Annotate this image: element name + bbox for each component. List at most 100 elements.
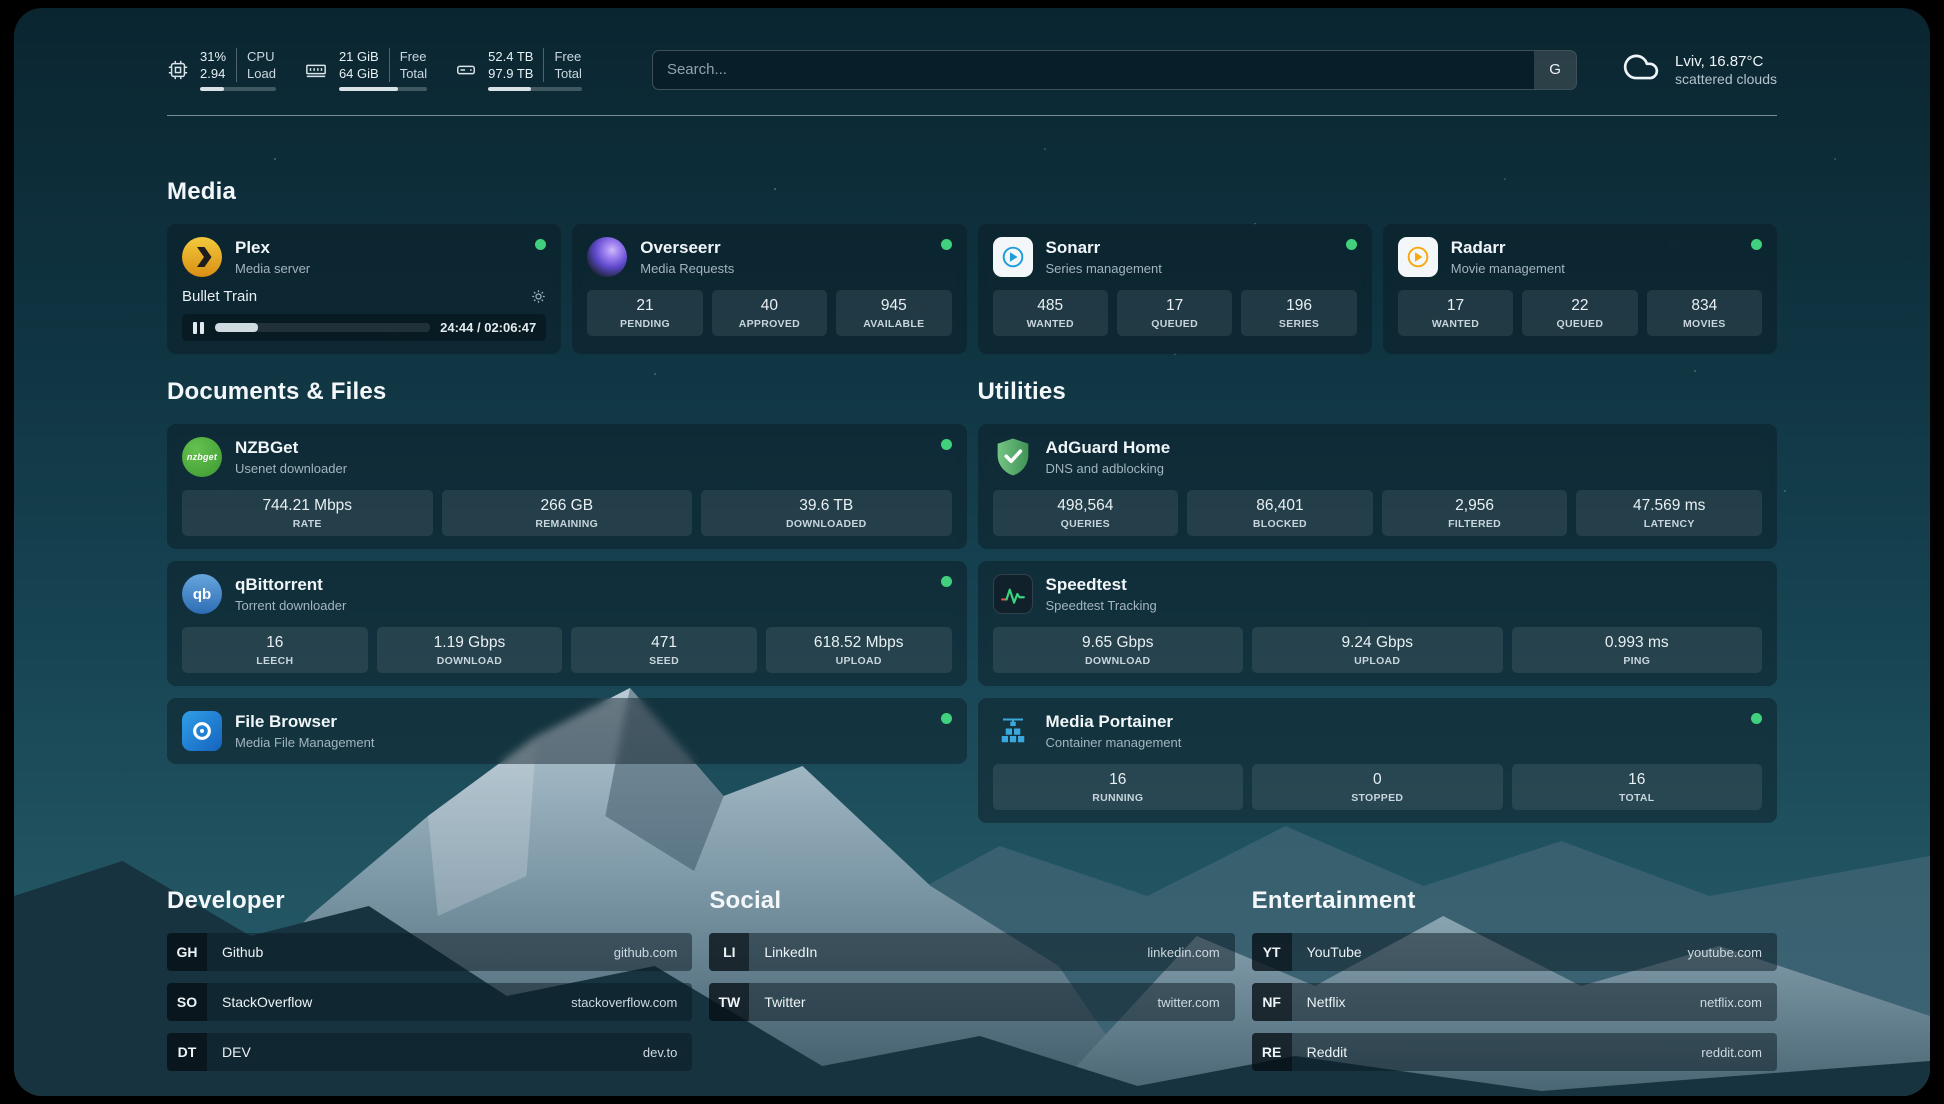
stat-box: 266 GB REMAINING: [442, 490, 693, 536]
bookmark-stackoverflow[interactable]: SO StackOverflow stackoverflow.com: [167, 983, 692, 1021]
stat-box: 86,401 BLOCKED: [1187, 490, 1373, 536]
service-card-overseerr[interactable]: Overseerr Media Requests 21 PENDING 40 A…: [572, 224, 966, 354]
utilities-column: Utilities: [978, 378, 1778, 835]
service-card-plex[interactable]: Plex Media server Bullet Train: [167, 224, 561, 354]
bookmark-url: reddit.com: [1701, 1045, 1762, 1060]
media-cards-row: Plex Media server Bullet Train: [167, 224, 1777, 354]
cpu-usage-bar: [200, 87, 276, 91]
cpu-widget: 31% 2.94 CPU Load: [167, 48, 276, 91]
topbar: 31% 2.94 CPU Load: [167, 48, 1777, 91]
bookmark-name: Reddit: [1307, 1044, 1347, 1060]
stat-box: 40 APPROVED: [712, 290, 827, 336]
plex-icon: [182, 237, 222, 277]
service-card-adguard[interactable]: AdGuard Home DNS and adblocking 498,564 …: [978, 424, 1778, 549]
card-name: Speedtest: [1046, 575, 1157, 595]
bookmark-url: stackoverflow.com: [571, 995, 677, 1010]
bookmark-abbr: SO: [167, 983, 207, 1021]
status-dot: [941, 439, 952, 450]
stat-box: 9.24 Gbps UPLOAD: [1252, 627, 1503, 673]
card-name: Media Portainer: [1046, 712, 1182, 732]
disk-values: 52.4 TB 97.9 TB: [488, 48, 533, 82]
card-subtitle: Container management: [1046, 735, 1182, 750]
topbar-divider: [167, 115, 1777, 116]
bookmark-name: Netflix: [1307, 994, 1346, 1010]
service-card-speedtest[interactable]: Speedtest Speedtest Tracking 9.65 Gbps D…: [978, 561, 1778, 686]
card-name: Radarr: [1451, 238, 1565, 258]
status-dot: [1751, 239, 1762, 250]
card-name: Overseerr: [640, 238, 734, 258]
gear-icon[interactable]: [531, 289, 546, 304]
overseerr-icon: [587, 237, 627, 277]
cpu-percent: 31%: [200, 48, 226, 65]
search-bar: G: [652, 50, 1577, 90]
section-title-media: Media: [167, 178, 1777, 206]
service-card-radarr[interactable]: Radarr Movie management 17 WANTED 22 QUE…: [1383, 224, 1777, 354]
stat-box: 17 QUEUED: [1117, 290, 1232, 336]
documents-column: Documents & Files nzbget NZBGet Usenet d…: [167, 378, 967, 835]
stat-box: 17 WANTED: [1398, 290, 1513, 336]
speedtest-icon: [993, 574, 1033, 614]
pause-icon[interactable]: [192, 321, 205, 335]
stat-box: 471 SEED: [571, 627, 757, 673]
status-dot: [1346, 239, 1357, 250]
bookmark-name: Twitter: [764, 994, 805, 1010]
card-name: File Browser: [235, 712, 374, 732]
card-subtitle: Torrent downloader: [235, 598, 346, 613]
bookmark-abbr: NF: [1252, 983, 1292, 1021]
service-card-sonarr[interactable]: Sonarr Series management 485 WANTED 17 Q…: [978, 224, 1372, 354]
service-card-portainer[interactable]: Media Portainer Container management 16 …: [978, 698, 1778, 823]
now-playing-title: Bullet Train: [182, 288, 257, 305]
bookmark-netflix[interactable]: NF Netflix netflix.com: [1252, 983, 1777, 1021]
stat-box: 16 TOTAL: [1512, 764, 1763, 810]
bookmark-reddit[interactable]: RE Reddit reddit.com: [1252, 1033, 1777, 1071]
memory-labels: Free Total: [389, 48, 427, 82]
section-title-documents: Documents & Files: [167, 378, 967, 406]
stat-box: 39.6 TB DOWNLOADED: [701, 490, 952, 536]
bookmark-github[interactable]: GH Github github.com: [167, 933, 692, 971]
disk-usage-bar: [488, 87, 582, 91]
cpu-icon: [167, 59, 189, 81]
stat-box: 1.19 Gbps DOWNLOAD: [377, 627, 563, 673]
card-name: AdGuard Home: [1046, 438, 1171, 458]
stat-box: 21 PENDING: [587, 290, 702, 336]
bookmark-url: linkedin.com: [1147, 945, 1219, 960]
bookmark-url: youtube.com: [1688, 945, 1762, 960]
cpu-values: 31% 2.94: [200, 48, 226, 82]
stat-box: 16 LEECH: [182, 627, 368, 673]
bookmark-group-entertainment: Entertainment YT YouTube youtube.com NF …: [1252, 887, 1777, 1083]
bookmark-name: LinkedIn: [764, 944, 817, 960]
section-title-utilities: Utilities: [978, 378, 1778, 406]
bookmark-twitter[interactable]: TW Twitter twitter.com: [709, 983, 1234, 1021]
card-subtitle: Usenet downloader: [235, 461, 347, 476]
bookmark-name: StackOverflow: [222, 994, 312, 1010]
bookmark-url: dev.to: [643, 1045, 677, 1060]
cloud-icon: [1619, 48, 1663, 91]
bookmark-linkedin[interactable]: LI LinkedIn linkedin.com: [709, 933, 1234, 971]
disk-widget: 52.4 TB 97.9 TB Free Total: [455, 48, 582, 91]
stat-box: 498,564 QUERIES: [993, 490, 1179, 536]
portainer-icon: [993, 711, 1033, 751]
service-card-qbittorrent[interactable]: qb qBittorrent Torrent downloader 16 LEE…: [167, 561, 967, 686]
bookmark-url: github.com: [614, 945, 678, 960]
card-subtitle: Media Requests: [640, 261, 734, 276]
service-card-nzbget[interactable]: nzbget NZBGet Usenet downloader 744.21 M…: [167, 424, 967, 549]
bookmark-url: netflix.com: [1700, 995, 1762, 1010]
playback-progress-fill: [215, 323, 258, 332]
card-subtitle: Media server: [235, 261, 310, 276]
stat-box: 9.65 Gbps DOWNLOAD: [993, 627, 1244, 673]
disk-labels: Free Total: [543, 48, 581, 82]
qbittorrent-icon: qb: [182, 574, 222, 614]
search-input[interactable]: [653, 51, 1534, 89]
dashboard-content: 31% 2.94 CPU Load: [167, 8, 1777, 1083]
service-card-filebrowser[interactable]: File Browser Media File Management: [167, 698, 967, 764]
search-provider-button[interactable]: G: [1534, 51, 1576, 89]
stat-box: 16 RUNNING: [993, 764, 1244, 810]
card-name: Sonarr: [1046, 238, 1162, 258]
sonarr-icon: [993, 237, 1033, 277]
bookmark-youtube[interactable]: YT YouTube youtube.com: [1252, 933, 1777, 971]
bookmark-group-developer: Developer GH Github github.com SO StackO…: [167, 887, 692, 1083]
card-name: Plex: [235, 238, 310, 258]
bookmark-abbr: LI: [709, 933, 749, 971]
disk-icon: [455, 59, 477, 81]
bookmark-dev[interactable]: DT DEV dev.to: [167, 1033, 692, 1071]
